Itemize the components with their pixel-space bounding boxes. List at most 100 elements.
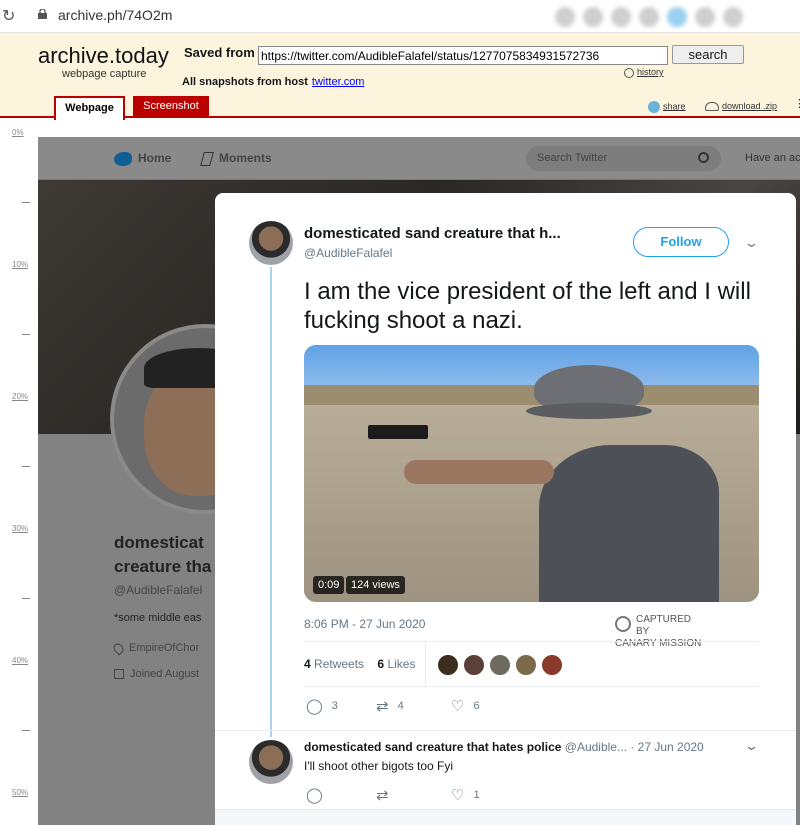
browser-extensions — [555, 4, 800, 30]
tweet-timestamp[interactable]: 8:06 PM - 27 Jun 2020 — [304, 617, 425, 631]
profile-bio: *some middle eas — [114, 612, 202, 624]
all-snapshots-text: All snapshots from host — [182, 76, 308, 88]
nav-moments[interactable]: Moments — [200, 151, 272, 166]
tweet-video[interactable]: 0:09 124 views — [304, 345, 759, 602]
share-link[interactable]: share — [648, 101, 686, 113]
twitter-search-input[interactable]: Search Twitter — [526, 146, 721, 171]
location-pin-icon — [111, 641, 126, 656]
reply-like-button[interactable]: ♡ 1 — [451, 786, 480, 804]
search-icon — [698, 152, 709, 163]
profile-location-text: EmpireOfChor — [129, 642, 200, 654]
twitter-search-placeholder: Search Twitter — [537, 152, 608, 164]
all-snapshots-label: All snapshots from host twitter.com — [182, 76, 364, 88]
retweet-count: 4 — [397, 699, 404, 712]
liker-avatar[interactable] — [463, 654, 485, 676]
author-name[interactable]: domesticated sand creature that h... — [304, 225, 561, 242]
reply-header: domesticated sand creature that hates po… — [304, 740, 704, 754]
scroll-ruler: 0% 10% 20% 30% 40% 50% — [0, 118, 38, 825]
reply-date[interactable]: · 27 Jun 2020 — [630, 740, 703, 754]
likes-stat[interactable]: 6 Likes — [377, 657, 415, 671]
like-button[interactable]: ♡ 6 — [451, 697, 480, 715]
liker-avatar[interactable] — [541, 654, 563, 676]
likes-count: 6 — [377, 657, 385, 671]
follow-button[interactable]: Follow — [633, 227, 729, 257]
reply-retweet-button[interactable]: ⇄ — [376, 786, 398, 804]
reply-button[interactable]: ◯ 3 — [306, 697, 338, 715]
profile-location: EmpireOfChor — [111, 641, 200, 656]
archive-logo-subtitle: webpage capture — [62, 68, 147, 80]
lightning-icon — [200, 151, 214, 166]
history-link[interactable]: history — [624, 67, 664, 78]
author-handle[interactable]: @AudibleFalafel — [304, 246, 392, 260]
nav-home-label: Home — [138, 151, 172, 165]
nav-moments-label: Moments — [219, 151, 272, 165]
retweets-count: 4 — [304, 657, 311, 671]
download-label: download .zip — [722, 101, 778, 111]
video-thumbnail-object — [368, 425, 428, 439]
liker-avatar[interactable] — [489, 654, 511, 676]
clock-icon — [624, 67, 634, 78]
reply-text: I'll shoot other bigots too Fyi — [304, 759, 454, 773]
reply-reply-button[interactable]: ◯ — [306, 786, 332, 804]
reply-icon: ◯ — [306, 787, 323, 804]
nav-home[interactable]: Home — [114, 151, 171, 166]
chevron-down-icon[interactable]: ⌄ — [744, 235, 759, 251]
profile-handle: @AudibleFalafel — [114, 583, 203, 597]
reply-author-name[interactable]: domesticated sand creature that hates po… — [304, 740, 561, 754]
likes-label: Likes — [387, 657, 416, 671]
tweet-modal: domesticated sand creature that h... @Au… — [215, 193, 796, 825]
reply-chevron-down-icon[interactable]: ⌄ — [744, 738, 759, 754]
author-avatar[interactable] — [249, 221, 293, 265]
archive-logo[interactable]: archive.today — [38, 43, 169, 69]
thread-line — [270, 267, 272, 737]
bird-icon — [114, 151, 132, 166]
tweet-stats: 4 Retweets 6 Likes — [304, 657, 415, 671]
ruler-mark[interactable]: 20% — [12, 392, 28, 401]
saved-from-label: Saved from — [184, 45, 255, 60]
retweets-stat[interactable]: 4 Retweets — [304, 657, 364, 671]
search-button[interactable]: search — [672, 45, 744, 64]
profile-name: domesticat creature tha — [114, 533, 212, 576]
have-account-text[interactable]: Have an ac — [745, 152, 800, 164]
liker-avatar[interactable] — [437, 654, 459, 676]
ruler-mark[interactable]: 0% — [12, 128, 24, 137]
modal-footer — [215, 809, 796, 825]
liker-avatar[interactable] — [515, 654, 537, 676]
browser-url[interactable]: archive.ph/74O2m — [58, 7, 172, 23]
calendar-icon — [114, 669, 124, 680]
retweet-icon: ⇄ — [376, 787, 389, 804]
browser-address-bar: ↻ archive.ph/74O2m — [0, 0, 800, 33]
ruler-mark[interactable]: 50% — [12, 788, 28, 797]
heart-icon: ♡ — [451, 698, 465, 715]
video-duration: 0:09 — [313, 576, 345, 594]
history-label: history — [637, 67, 664, 77]
ruler-mark[interactable]: 30% — [12, 524, 28, 533]
twitter-nav: Home Moments Search Twitter Have an ac — [38, 137, 800, 180]
share-icon — [648, 101, 660, 113]
retweet-button[interactable]: ⇄ 4 — [376, 697, 404, 715]
video-thumbnail-person — [404, 365, 719, 602]
reply-icon: ◯ — [306, 698, 323, 715]
reload-icon[interactable]: ↻ — [2, 6, 15, 26]
captured-by-org: CANARY MISSION — [615, 638, 702, 649]
archive-header: archive.today webpage capture Saved from… — [0, 33, 800, 120]
lock-icon — [38, 9, 47, 19]
liker-avatars — [437, 654, 563, 676]
profile-joined-text: Joined August — [130, 668, 200, 680]
tab-webpage[interactable]: Webpage — [54, 96, 125, 120]
video-views: 124 views — [346, 576, 405, 594]
host-link[interactable]: twitter.com — [312, 76, 365, 88]
tab-screenshot[interactable]: Screenshot — [133, 96, 209, 118]
reply-author-handle[interactable]: @Audible... — [565, 740, 627, 754]
ruler-mark[interactable]: 10% — [12, 260, 28, 269]
tweet-text: I am the vice president of the left and … — [304, 278, 751, 334]
reply-like-count: 1 — [473, 788, 480, 801]
reply-author-avatar[interactable] — [249, 740, 293, 784]
more-icon[interactable]: ⋮ — [794, 97, 800, 110]
ruler-mark[interactable]: 40% — [12, 656, 28, 665]
canary-logo-icon — [615, 616, 631, 632]
heart-icon: ♡ — [451, 787, 465, 804]
download-zip-link[interactable]: download .zip — [705, 101, 778, 112]
saved-url-input[interactable] — [258, 46, 668, 65]
share-label: share — [663, 101, 686, 112]
